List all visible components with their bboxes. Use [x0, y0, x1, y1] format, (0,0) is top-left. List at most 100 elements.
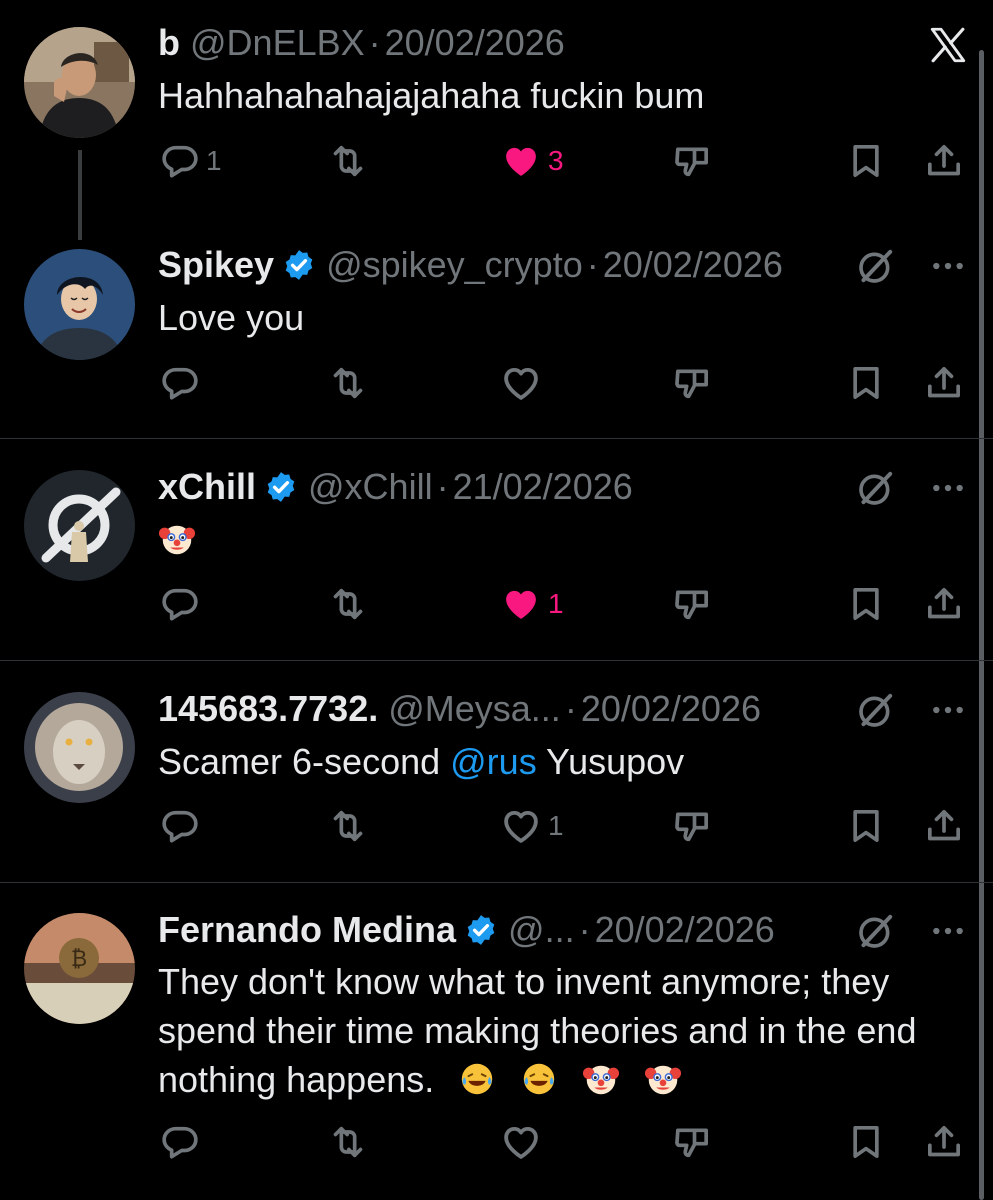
user-handle[interactable]: @spikey_crypto: [326, 243, 583, 287]
post-date[interactable]: 20/02/2026: [595, 908, 775, 952]
display-name[interactable]: Fernando Medina: [158, 908, 456, 952]
user-handle[interactable]: @Meysa...: [388, 687, 561, 731]
retweet-icon: [328, 584, 368, 624]
retweet-icon: [328, 1122, 368, 1162]
share-button[interactable]: [924, 139, 964, 183]
post-text-after: Yusupov: [536, 741, 685, 782]
bookmark-button[interactable]: [846, 804, 886, 848]
dislike-button[interactable]: [672, 582, 712, 626]
post-date[interactable]: 21/02/2026: [453, 465, 633, 509]
post-text-line: They don't know what to invent anymore; …: [158, 961, 890, 1002]
more-options-icon[interactable]: [928, 690, 968, 735]
avatar[interactable]: [24, 249, 135, 360]
post-text-before: Scamer 6-second: [158, 741, 451, 782]
post-date[interactable]: 20/02/2026: [581, 687, 761, 731]
share-button[interactable]: [924, 361, 964, 405]
bookmark-button[interactable]: [846, 1120, 886, 1164]
avatar[interactable]: [24, 692, 135, 803]
post-text: Scamer 6-second @rus Yusupov: [158, 737, 968, 786]
more-options-icon[interactable]: [928, 911, 968, 956]
post-date[interactable]: 20/02/2026: [385, 21, 565, 65]
display-name[interactable]: xChill: [158, 465, 256, 509]
retweet-button[interactable]: [328, 582, 368, 626]
like-count: 1: [548, 810, 564, 841]
post-text: They don't know what to invent anymore; …: [158, 957, 968, 1104]
action-bar: 1: [160, 582, 970, 626]
action-bar: [160, 361, 970, 405]
heart-filled-icon: [500, 583, 542, 625]
post[interactable]: xChill @xChill · 21/02/2026 1: [0, 439, 993, 660]
reply-icon: [160, 1122, 200, 1162]
post[interactable]: Spikey @spikey_crypto · 20/02/2026 Love …: [0, 240, 993, 438]
heart-icon: [500, 805, 542, 847]
clown-emoji-icon: [644, 1060, 682, 1098]
heart-icon: [500, 362, 542, 404]
thumbs-down-icon: [672, 584, 712, 624]
grok-icon[interactable]: [856, 246, 896, 291]
dislike-button[interactable]: [672, 804, 712, 848]
clown-emoji-icon: [582, 1060, 620, 1098]
retweet-icon: [328, 806, 368, 846]
post-text-line: nothing happens.: [158, 1055, 968, 1104]
user-handle[interactable]: @xChill: [308, 465, 433, 509]
like-button[interactable]: 1: [500, 582, 564, 626]
more-options-icon[interactable]: [928, 468, 968, 513]
separator-dot: ·: [586, 244, 599, 285]
separator-dot: ·: [436, 466, 449, 507]
like-button[interactable]: [500, 1120, 542, 1164]
avatar[interactable]: ₿: [24, 913, 135, 1024]
avatar[interactable]: [24, 27, 135, 138]
dislike-button[interactable]: [672, 361, 712, 405]
dislike-button[interactable]: [672, 1120, 712, 1164]
like-button[interactable]: [500, 361, 542, 405]
post[interactable]: ₿ Fernando Medina @... · 20/02/2026 They…: [0, 883, 993, 1200]
reply-button[interactable]: [160, 1120, 200, 1164]
more-options-icon[interactable]: [928, 246, 968, 291]
share-button[interactable]: [924, 1120, 964, 1164]
retweet-icon: [328, 141, 368, 181]
retweet-button[interactable]: [328, 139, 368, 183]
like-button[interactable]: 3: [500, 139, 564, 183]
display-name[interactable]: Spikey: [158, 243, 274, 287]
post-header: Spikey @spikey_crypto · 20/02/2026: [158, 243, 783, 287]
reply-icon: [160, 584, 200, 624]
bookmark-button[interactable]: [846, 361, 886, 405]
verified-badge-icon: [264, 470, 298, 504]
thumbs-down-icon: [672, 1122, 712, 1162]
action-bar: 1 3: [160, 139, 970, 183]
bookmark-button[interactable]: [846, 139, 886, 183]
dislike-button[interactable]: [672, 139, 712, 183]
mention-link[interactable]: @rus: [450, 741, 537, 782]
user-handle[interactable]: @DnELBX: [190, 21, 365, 65]
post-text: Hahhahahahajajahaha fuckin bum: [158, 75, 705, 116]
retweet-button[interactable]: [328, 361, 368, 405]
grok-icon[interactable]: [856, 690, 896, 735]
share-button[interactable]: [924, 804, 964, 848]
post[interactable]: b @DnELBX · 20/02/2026 Hahhahahahajajaha…: [0, 0, 993, 240]
display-name[interactable]: 145683.7732.: [158, 687, 378, 731]
retweet-button[interactable]: [328, 804, 368, 848]
post-date[interactable]: 20/02/2026: [603, 243, 783, 287]
like-button[interactable]: 1: [500, 804, 564, 848]
svg-text:₿: ₿: [71, 947, 87, 972]
post-header: b @DnELBX · 20/02/2026: [158, 21, 565, 65]
user-handle[interactable]: @...: [508, 908, 575, 952]
avatar[interactable]: [24, 470, 135, 581]
retweet-button[interactable]: [328, 1120, 368, 1164]
grok-icon[interactable]: [856, 911, 896, 956]
verified-badge-icon: [464, 913, 498, 947]
reply-button[interactable]: 1: [160, 139, 222, 183]
reply-button[interactable]: [160, 582, 200, 626]
post[interactable]: 145683.7732. @Meysa... · 20/02/2026 Scam…: [0, 661, 993, 882]
display-name[interactable]: b: [158, 21, 180, 65]
heart-filled-icon: [500, 140, 542, 182]
thumbs-down-icon: [672, 363, 712, 403]
reply-button[interactable]: [160, 804, 200, 848]
reply-icon: [160, 363, 200, 403]
share-button[interactable]: [924, 582, 964, 626]
bookmark-button[interactable]: [846, 582, 886, 626]
reply-icon: [160, 141, 200, 181]
grok-icon[interactable]: [856, 468, 896, 513]
separator-dot: ·: [368, 22, 381, 63]
reply-button[interactable]: [160, 361, 200, 405]
